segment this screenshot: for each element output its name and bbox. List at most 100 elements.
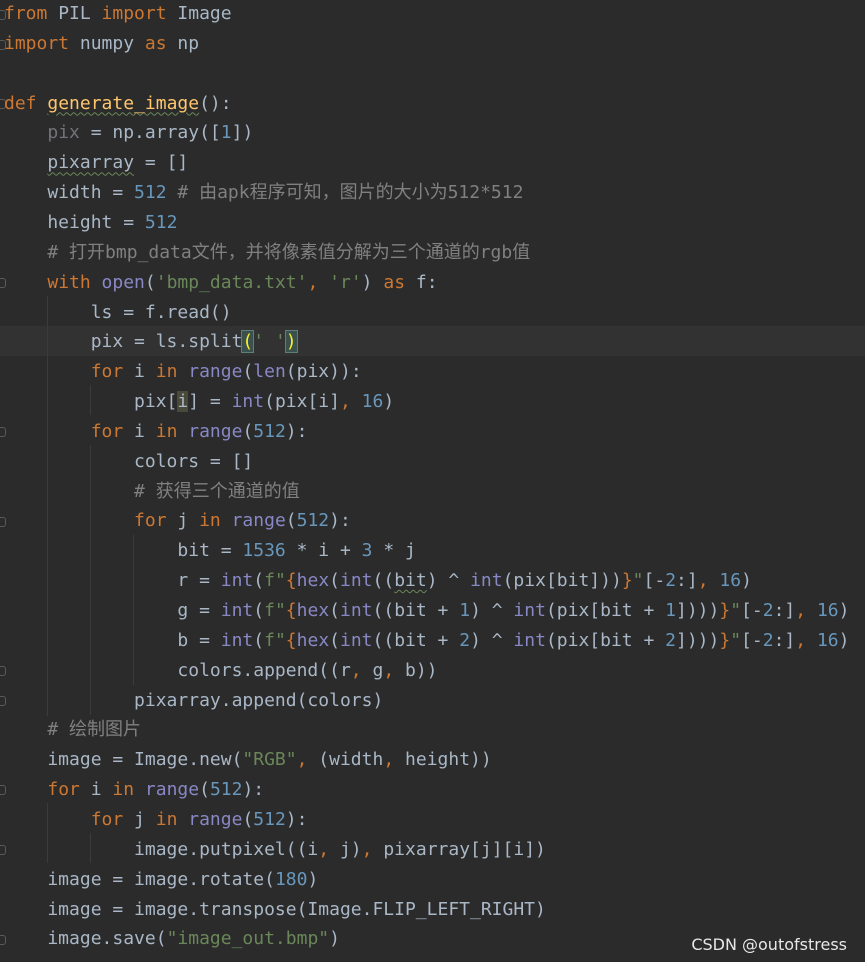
code-token: as [383, 271, 406, 293]
code-line[interactable]: bit = 1536 * i + 3 * j [4, 536, 415, 566]
code-token: with [47, 271, 102, 293]
code-token: = [] [134, 152, 189, 174]
code-line[interactable]: image = image.rotate(180) [4, 865, 318, 895]
code-line[interactable]: image = Image.new("RGB", (width, height)… [4, 745, 491, 775]
code-token: ( [253, 600, 265, 621]
code-token: ((bit + [372, 600, 460, 621]
code-token: pixarray[j][i]) [383, 838, 546, 860]
code-token: " [730, 629, 742, 651]
code-line[interactable]: r = int(f"{hex(int((bit) ^ int(pix[bit])… [4, 566, 752, 596]
code-line[interactable]: colors.append((r, g, b)) [4, 656, 437, 686]
code-token: ( [285, 510, 297, 532]
code-token: pix [47, 122, 80, 144]
code-token: , [339, 391, 362, 413]
code-token: 16 [816, 629, 839, 651]
code-token: as [144, 32, 167, 54]
code-token: , [383, 659, 405, 681]
code-editor[interactable]: from PIL import Image import numpy as np d… [0, 0, 865, 962]
code-token: int [340, 600, 373, 621]
code-token: ( [242, 361, 254, 383]
code-token: ): [242, 779, 265, 801]
code-line[interactable]: for j in range(512): [4, 506, 351, 536]
code-line[interactable]: def generate_image(): [4, 89, 232, 119]
code-token: } [719, 629, 731, 651]
code-token: , [697, 570, 720, 592]
code-token: ) [307, 868, 319, 890]
code-line[interactable]: with open('bmp_data.txt', 'r') as f: [4, 268, 438, 298]
code-line[interactable]: # 打开bmp_data文件，并将像素值分解为三个通道的rgb值 [4, 238, 530, 268]
code-line[interactable]: pixarray.append(colors) [4, 686, 383, 716]
code-token: from [4, 3, 48, 24]
code-line[interactable]: image.putpixel((i, j), pixarray[j][i]) [4, 835, 546, 865]
code-token: ): [285, 808, 308, 830]
code-token: [- [643, 570, 666, 592]
code-token: ): [329, 510, 351, 532]
code-token: :] [676, 570, 698, 592]
code-token: :] [773, 629, 796, 651]
code-token: generate_image [47, 92, 200, 114]
code-token: PIL [47, 3, 102, 24]
code-token: 1536 [242, 540, 286, 562]
code-line[interactable]: colors = [] [4, 447, 253, 477]
code-line[interactable]: image = image.transpose(Image.FLIP_LEFT_… [4, 895, 546, 925]
code-token: 'bmp_data.txt' [155, 271, 308, 293]
code-line[interactable]: from PIL import Image [4, 0, 232, 29]
code-line[interactable]: for i in range(512): [4, 417, 308, 447]
code-line[interactable]: pix = ls.split(' ') [4, 327, 298, 357]
code-token: Image [166, 3, 232, 24]
code-line[interactable]: image.save("image_out.bmp") [4, 924, 340, 954]
code-line[interactable]: pix[i] = int(pix[i], 16) [4, 387, 394, 417]
code-token: (pix[bit])) [502, 570, 622, 592]
code-token: 512 [253, 808, 286, 830]
code-token: pixarray.append(colors) [4, 689, 384, 711]
code-token: int [513, 629, 546, 651]
code-token: in [155, 420, 189, 442]
code-line[interactable]: # 绘制图片 [4, 715, 141, 745]
code-line[interactable]: import numpy as np [4, 29, 199, 59]
code-token: for [90, 808, 124, 830]
code-line[interactable]: pixarray = [] [4, 148, 188, 178]
code-line[interactable]: # 获得三个通道的值 [4, 477, 300, 507]
code-token: # 绘制图片 [4, 719, 142, 741]
code-token: = np.array([ [79, 122, 221, 144]
code-token: np [166, 32, 200, 54]
code-token: 1 [220, 122, 232, 144]
code-token: , [318, 838, 340, 860]
code-token: for [90, 420, 124, 442]
code-token: ) ^ [470, 629, 514, 651]
code-line[interactable]: height = 512 [4, 208, 177, 238]
code-token: b = [4, 629, 221, 651]
code-token: i [177, 391, 189, 413]
code-token: ( [329, 629, 340, 651]
code-token: " [632, 570, 644, 592]
code-token: ( [242, 808, 254, 830]
code-line[interactable]: for i in range(len(pix)): [4, 357, 362, 387]
code-token: ( [253, 570, 265, 592]
code-line[interactable]: g = int(f"{hex(int((bit + 1) ^ int(pix[b… [4, 596, 849, 626]
code-line[interactable]: width = 512 # 由apk程序可知，图片的大小为512*512 [4, 178, 523, 208]
code-token: , [795, 600, 817, 621]
code-line[interactable]: pix = np.array([1]) [4, 118, 253, 148]
code-line[interactable]: for j in range(512): [4, 805, 308, 835]
code-line[interactable]: for i in range(512): [4, 775, 264, 805]
code-token: # 打开bmp_data文件，并将像素值分解为三个通道的rgb值 [4, 241, 531, 263]
code-token: int [220, 570, 254, 592]
code-line[interactable]: b = int(f"{hex(int((bit + 2) ^ int(pix[b… [4, 626, 849, 656]
code-token: in [155, 808, 189, 830]
code-token: f" [264, 600, 286, 621]
code-token: width = [4, 182, 135, 204]
code-token: 512 [296, 510, 330, 532]
code-token: ) ^ [470, 600, 514, 621]
code-line[interactable]: ls = f.read() [4, 298, 232, 328]
code-token: f: [405, 271, 438, 293]
code-token: { [285, 600, 297, 621]
code-token: pixarray [47, 152, 135, 174]
code-token: ( [199, 779, 210, 801]
code-token: for [134, 510, 167, 532]
code-token: ) [284, 330, 298, 354]
code-token: int [220, 629, 254, 651]
code-token: , [361, 838, 384, 860]
